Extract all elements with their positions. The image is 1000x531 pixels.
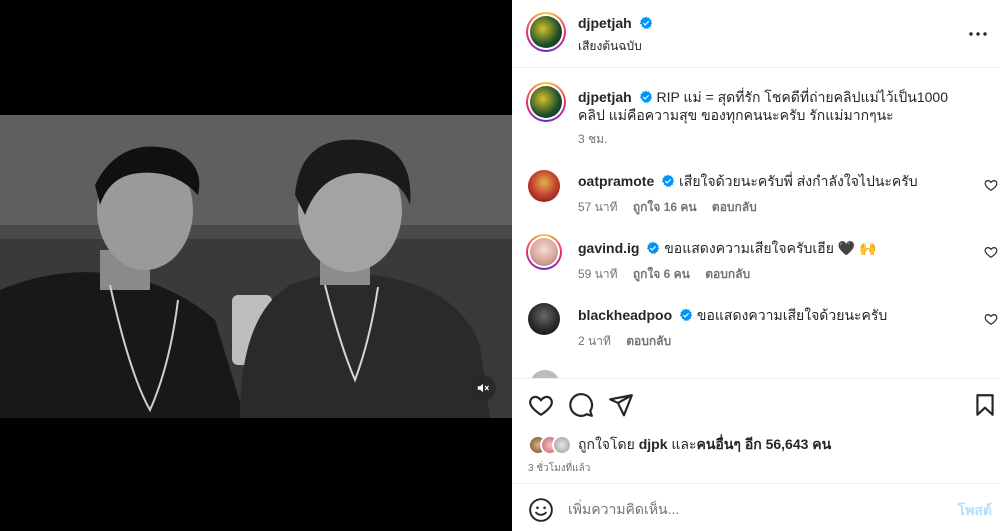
- caption-author-avatar[interactable]: [526, 82, 566, 122]
- bookmark-icon[interactable]: [972, 392, 998, 418]
- comment-text: ขอแสดงความเสียใจด้วยนะครับ: [696, 307, 888, 323]
- verified-badge-icon: [661, 174, 675, 187]
- more-options-button[interactable]: [966, 22, 990, 46]
- verified-badge-icon: [639, 16, 653, 29]
- post-side-panel: djpetjah เสียงต้นฉบับ djpetjah RIP แม่ =…: [512, 0, 1000, 531]
- commenter-username[interactable]: oatpramote: [578, 173, 654, 189]
- verified-badge-icon: [647, 241, 660, 254]
- reply-button[interactable]: ตอบกลับ: [626, 334, 671, 348]
- post-timestamp[interactable]: 3 ชั่วโมงที่แล้ว: [528, 461, 590, 476]
- commenter-avatar[interactable]: [526, 234, 562, 270]
- comment-likes[interactable]: ถูกใจ 16 คน: [633, 200, 697, 214]
- commenter-username[interactable]: blackheadpoo: [578, 307, 672, 323]
- commenter-username[interactable]: gavind.ig: [578, 240, 639, 256]
- likes-summary[interactable]: ถูกใจโดย djpk และคนอื่นๆ อีก 56,643 คน: [528, 435, 831, 455]
- caption-text: RIP แม่ = สุดที่รัก โชคดีที่ถ่ายคลิปแม่ไ…: [578, 89, 949, 123]
- comment-time[interactable]: 57 นาที: [578, 200, 618, 214]
- more-horizontal-icon: [969, 32, 987, 36]
- add-comment-bar: โพสต์: [512, 483, 1000, 531]
- comment-input[interactable]: [568, 498, 938, 520]
- like-heart-icon[interactable]: [528, 392, 554, 418]
- commenter-avatar[interactable]: [528, 170, 560, 202]
- reply-button[interactable]: ตอบกลับ: [712, 200, 757, 214]
- comment-time[interactable]: 59 นาที: [578, 267, 618, 281]
- caption-time: 3 ชม.: [578, 132, 608, 146]
- author-avatar[interactable]: [526, 12, 566, 52]
- author-username[interactable]: djpetjah: [578, 15, 632, 31]
- liker-avatar: [552, 435, 572, 455]
- comments-list[interactable]: djpetjah RIP แม่ = สุดที่รัก โชคดีที่ถ่า…: [512, 69, 1000, 378]
- likes-others[interactable]: คนอื่นๆ อีก 56,643 คน: [697, 436, 832, 452]
- post-comment-button[interactable]: โพสต์: [958, 500, 992, 522]
- likes-middle: และ: [671, 436, 697, 452]
- comment-like-heart-icon[interactable]: [984, 178, 998, 192]
- verified-badge-icon: [639, 90, 652, 103]
- commenter-avatar[interactable]: [530, 370, 560, 378]
- emoji-icon[interactable]: [528, 497, 554, 523]
- post-actions: ถูกใจโดย djpk และคนอื่นๆ อีก 56,643 คน 3…: [512, 378, 1000, 483]
- commenter-avatar[interactable]: [528, 303, 560, 335]
- caption-username[interactable]: djpetjah: [578, 89, 632, 105]
- liker-username[interactable]: djpk: [639, 436, 668, 452]
- post-header: djpetjah เสียงต้นฉบับ: [512, 0, 1000, 68]
- comment-text: ขอแสดงความเสียใจครับเฮีย 🖤 🙌: [664, 240, 877, 256]
- comment-like-heart-icon[interactable]: [984, 245, 998, 259]
- post-photo: [0, 115, 512, 418]
- reply-button[interactable]: ตอบกลับ: [705, 267, 750, 281]
- comment-like-heart-icon[interactable]: [984, 312, 998, 326]
- mute-button[interactable]: [470, 375, 496, 401]
- share-send-icon[interactable]: [608, 392, 634, 418]
- comment-bubble-icon[interactable]: [568, 392, 594, 418]
- post-media[interactable]: [0, 0, 512, 531]
- comment-time[interactable]: 2 นาที: [578, 334, 611, 348]
- verified-badge-icon: [679, 308, 693, 321]
- likes-prefix: ถูกใจโดย: [578, 436, 635, 452]
- speaker-muted-icon: [477, 383, 489, 393]
- comment-text: เสียใจด้วยนะครับพี่ ส่งกำลังใจไปนะครับ: [679, 173, 918, 189]
- audio-label[interactable]: เสียงต้นฉบับ: [578, 37, 642, 56]
- comment-likes[interactable]: ถูกใจ 6 คน: [633, 267, 690, 281]
